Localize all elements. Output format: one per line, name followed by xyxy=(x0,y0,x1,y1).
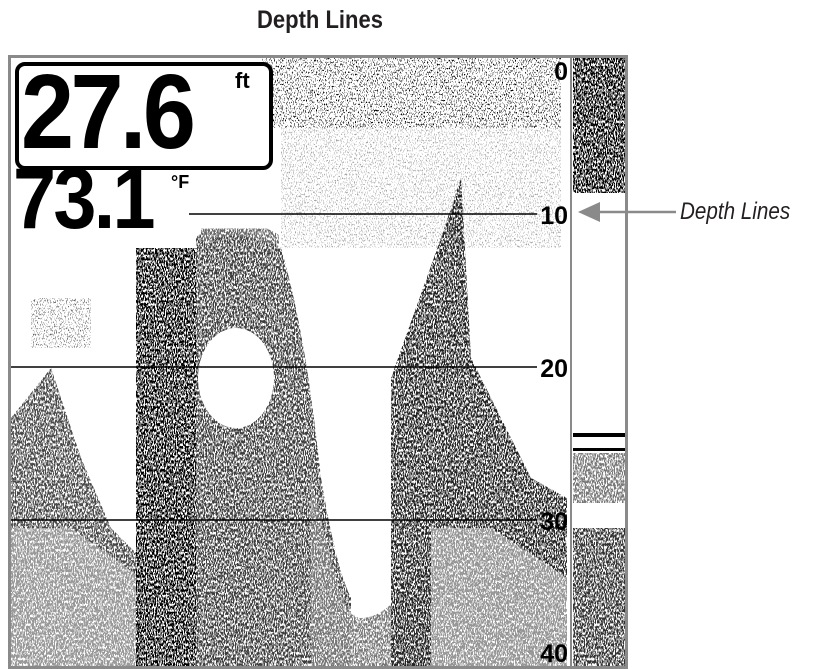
callout-arrow xyxy=(578,202,676,222)
temperature-value: 73.1 xyxy=(13,151,156,247)
depth-unit: ft xyxy=(235,68,250,93)
scale-label-0: 0 xyxy=(554,58,568,86)
page-title: Depth Lines xyxy=(257,6,383,34)
scale-label-30: 30 xyxy=(540,508,568,536)
callout-label: Depth Lines xyxy=(680,198,791,225)
arrowhead-icon xyxy=(578,202,600,222)
scale-label-40: 40 xyxy=(540,640,568,666)
temperature-unit: °F xyxy=(171,172,190,192)
intensity-bar xyxy=(570,58,625,666)
sonar-figure: Depth Lines 0 10 20 30 40 27.6 ft 73.1 °… xyxy=(0,0,822,669)
scale-label-20: 20 xyxy=(540,355,568,383)
sonar-display: 0 10 20 30 40 27.6 ft 73.1 °F xyxy=(8,55,628,669)
